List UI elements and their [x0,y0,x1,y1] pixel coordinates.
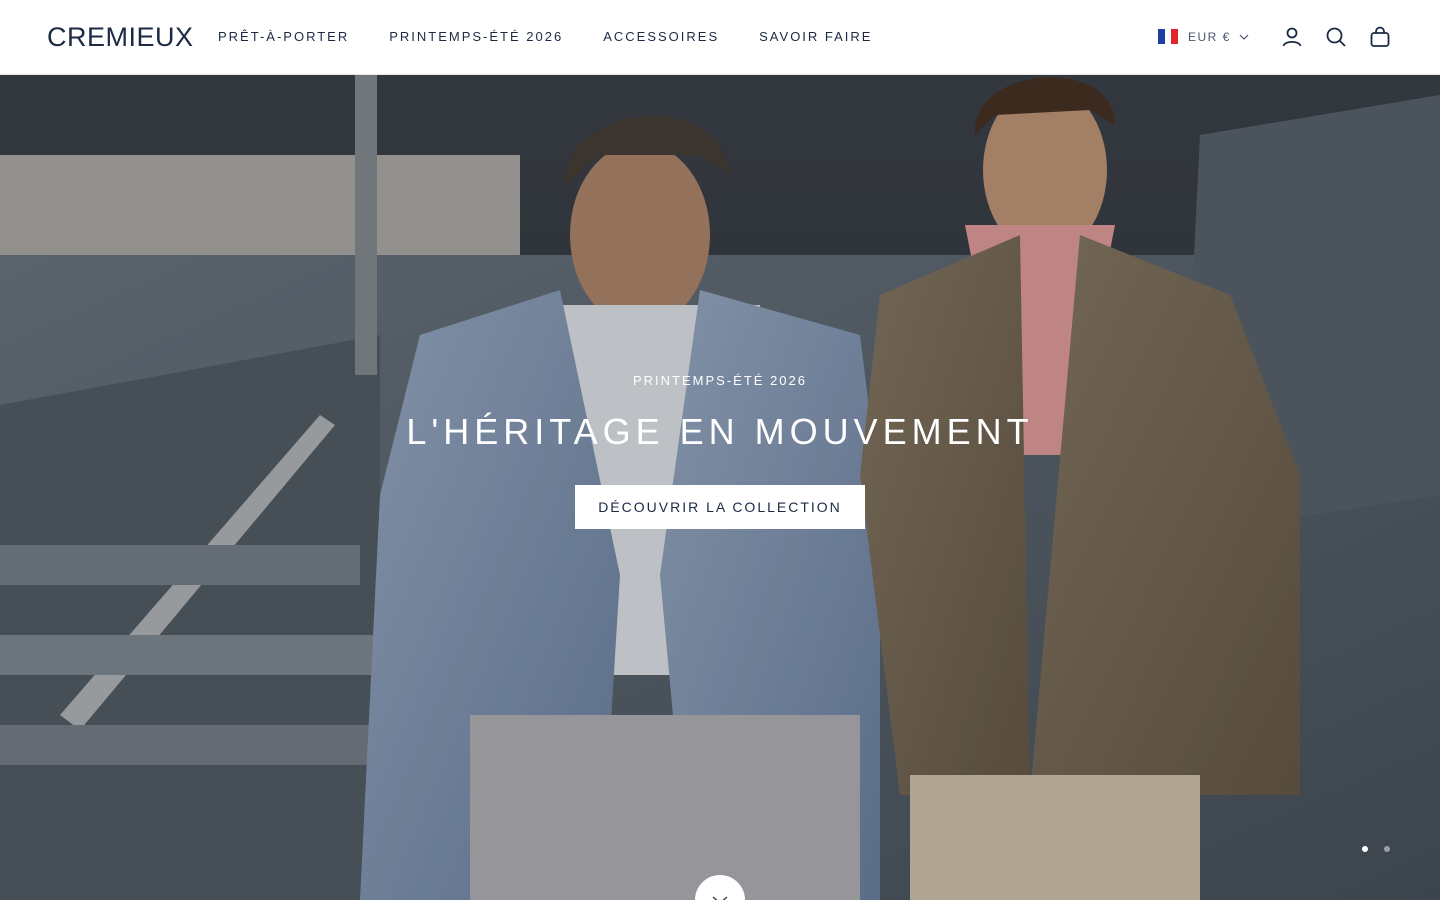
nav-item-printemps-ete[interactable]: PRINTEMPS-ÉTÉ 2026 [389,29,563,45]
chevron-down-icon [712,896,728,900]
bag-icon[interactable] [1368,25,1392,49]
currency-label: EUR € [1188,29,1231,44]
brand-logo[interactable]: CREMIEUX [47,22,194,52]
france-flag-icon [1158,29,1179,44]
hero-headline: L'HÉRITAGE EN MOUVEMENT [406,411,1034,452]
search-icon[interactable] [1324,25,1348,49]
discover-collection-button[interactable]: DÉCOUVRIR LA COLLECTION [575,485,865,529]
hero-eyebrow: PRINTEMPS-ÉTÉ 2026 [633,373,807,388]
slide-pagination [1362,846,1406,852]
chevron-down-icon [1239,34,1249,40]
slide-dot-1[interactable] [1362,846,1368,852]
nav-item-accessoires[interactable]: ACCESSOIRES [603,29,719,45]
nav-item-pret-a-porter[interactable]: PRÊT-À-PORTER [218,29,349,45]
hero-slideshow: PRINTEMPS-ÉTÉ 2026 L'HÉRITAGE EN MOUVEME… [0,75,1440,900]
slide-dot-2[interactable] [1384,846,1390,852]
currency-selector[interactable]: EUR € [1158,29,1249,44]
nav-item-savoir-faire[interactable]: SAVOIR FAIRE [759,29,872,45]
account-icon[interactable] [1280,25,1304,49]
main-nav: PRÊT-À-PORTER PRINTEMPS-ÉTÉ 2026 ACCESSO… [218,29,912,45]
site-header: CREMIEUX PRÊT-À-PORTER PRINTEMPS-ÉTÉ 202… [0,0,1440,75]
